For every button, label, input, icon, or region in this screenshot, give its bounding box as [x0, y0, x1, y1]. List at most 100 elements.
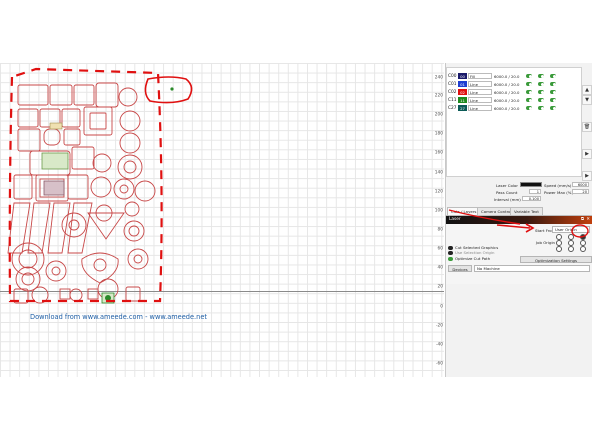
ruler-tick: 80: [437, 227, 443, 233]
power-max-label: Power Max (%): [544, 190, 574, 195]
job-origin-bottom-left[interactable]: [556, 246, 562, 252]
tab-variable-text[interactable]: Variable Text: [510, 207, 543, 215]
layer-row[interactable]: C27 27 Line 6000.0 / 20.0: [448, 104, 580, 112]
layer-color-swatch: 00: [458, 73, 467, 79]
layer-color-swatch: 11: [458, 97, 467, 103]
layer-row[interactable]: C02 02 Line 6000.0 / 20.0: [448, 88, 580, 96]
use-selection-origin-toggle[interactable]: [448, 251, 453, 255]
layer-air-toggle[interactable]: [538, 98, 544, 102]
layer-row[interactable]: C11 11 Line 6000.0 / 20.0: [448, 96, 580, 104]
laser-panel: Start From: User Origin Job Origin Cut S…: [446, 224, 592, 284]
layer-name: C01: [448, 81, 457, 87]
layer-color-swatch: 01: [458, 81, 467, 87]
expand-right-icon[interactable]: ▶: [582, 149, 592, 159]
layer-mode-select[interactable]: Line: [468, 81, 492, 87]
ruler-tick: 240: [434, 75, 443, 81]
layer-show-toggle[interactable]: [550, 98, 556, 102]
layer-mode-select[interactable]: Line: [468, 89, 492, 95]
laser-color-swatch[interactable]: [520, 182, 542, 187]
right-panel: C00 00 Fill 6000.0 / 20.0 C01 01 Line 6000.0 / …: [445, 63, 592, 377]
interval-field[interactable]: 0.100: [522, 196, 541, 201]
layer-speed-power: 6000.0 / 20.0: [494, 97, 520, 103]
layer-list: C00 00 Fill 6000.0 / 20.0 C01 01 Line 6000.0 / …: [446, 67, 582, 177]
interval-label: Interval (mm): [494, 197, 521, 202]
layer-row[interactable]: C01 01 Line 6000.0 / 20.0: [448, 80, 580, 88]
watermark-text: Download from www.ameede.com - www.ameed…: [30, 313, 207, 321]
job-origin-label: Job Origin: [536, 240, 555, 245]
speed-field[interactable]: 6000: [572, 182, 589, 187]
laser-panel-header: Laser ⧉ ✕: [446, 216, 592, 224]
tab-cuts-layers[interactable]: Cuts / Layers: [447, 207, 481, 215]
layer-mode-select[interactable]: Fill: [468, 73, 492, 79]
start-from-value: User Origin: [555, 227, 577, 232]
layer-mode-select[interactable]: Line: [468, 97, 492, 103]
ruler-tick: 60: [437, 246, 443, 252]
use-selection-origin-label: Use Selection Origin: [455, 250, 495, 255]
job-origin-bottom-center[interactable]: [568, 246, 574, 252]
layer-name: C11: [448, 97, 457, 103]
ruler-tick: 0: [440, 304, 443, 310]
ruler-tick: -40: [435, 342, 443, 348]
design-artwork[interactable]: [0, 63, 444, 377]
layer-mode-select[interactable]: Line: [468, 105, 492, 111]
machine-select[interactable]: No Machine: [474, 265, 590, 272]
ruler-tick: 40: [437, 265, 443, 271]
ruler-tick: 140: [434, 170, 443, 176]
layer-air-toggle[interactable]: [538, 106, 544, 110]
layer-air-toggle[interactable]: [538, 74, 544, 78]
ruler-tick: 180: [434, 131, 443, 137]
devices-button[interactable]: Devices: [448, 265, 472, 272]
layer-show-toggle[interactable]: [550, 90, 556, 94]
layer-color-swatch: 02: [458, 89, 467, 95]
move-up-icon[interactable]: ▲: [582, 85, 592, 95]
layer-row[interactable]: C00 00 Fill 6000.0 / 20.0: [448, 72, 580, 80]
layer-air-toggle[interactable]: [538, 82, 544, 86]
panel-tabs: Cuts / Layers Camera Control Variable Te…: [446, 207, 592, 216]
layer-output-toggle[interactable]: [526, 74, 532, 78]
layer-show-toggle[interactable]: [550, 74, 556, 78]
laser-panel-title: Laser: [449, 217, 461, 222]
speed-label: Speed (mm/s): [544, 183, 572, 188]
ruler-tick: 20: [437, 284, 443, 290]
pass-count-field[interactable]: 1: [529, 189, 541, 194]
start-from-select[interactable]: User Origin: [552, 226, 590, 233]
layer-output-toggle[interactable]: [526, 90, 532, 94]
ruler-tick: 220: [434, 93, 443, 99]
pass-count-label: Pass Count: [496, 190, 518, 195]
ruler-tick: 120: [434, 189, 443, 195]
layer-name: C27: [448, 105, 457, 111]
layer-name: C02: [448, 89, 457, 95]
power-max-field[interactable]: 20: [572, 189, 589, 194]
layer-color-swatch: 27: [458, 105, 467, 111]
ruler-tick: 100: [434, 208, 443, 214]
layer-air-toggle[interactable]: [538, 90, 544, 94]
job-origin-bottom-right[interactable]: [580, 246, 586, 252]
layer-output-toggle[interactable]: [526, 106, 532, 110]
layer-show-toggle[interactable]: [550, 82, 556, 86]
layer-output-toggle[interactable]: [526, 82, 532, 86]
design-canvas[interactable]: Download from www.ameede.com - www.ameed…: [0, 63, 444, 377]
float-icon[interactable]: ⧉: [581, 216, 584, 224]
ruler-tick: 200: [434, 112, 443, 118]
close-icon[interactable]: ✕: [586, 216, 590, 224]
optimization-settings-button[interactable]: Optimization Settings: [520, 256, 592, 263]
move-down-icon[interactable]: ▼: [582, 95, 592, 105]
ruler-tick: -60: [435, 361, 443, 367]
laser-color-label: Laser Color: [496, 183, 518, 188]
layer-name: C00: [448, 73, 457, 79]
delete-icon[interactable]: 🗑: [582, 122, 592, 132]
cut-selected-toggle[interactable]: [448, 246, 453, 250]
layer-output-toggle[interactable]: [526, 98, 532, 102]
collapse-right-icon[interactable]: ▶: [582, 171, 592, 181]
layer-speed-power: 6000.0 / 20.0: [494, 73, 520, 79]
layer-speed-power: 6000.0 / 20.0: [494, 89, 520, 95]
ruler-tick: -20: [435, 323, 443, 329]
machine-select-value: No Machine: [477, 266, 500, 271]
ruler-tick: 160: [434, 150, 443, 156]
vertical-ruler: 240 220 200 180 160 140 120 100 80 60 40 20 0 -20 -40-…: [430, 63, 444, 377]
optimize-cut-path-toggle[interactable]: [448, 257, 453, 261]
layer-show-toggle[interactable]: [550, 106, 556, 110]
layer-speed-power: 6000.0 / 20.0: [494, 81, 520, 87]
layer-properties: Laser Color Speed (mm/s) 6000 Pass Count…: [446, 181, 592, 209]
optimize-cut-path-label: Optimize Cut Path: [455, 256, 491, 261]
